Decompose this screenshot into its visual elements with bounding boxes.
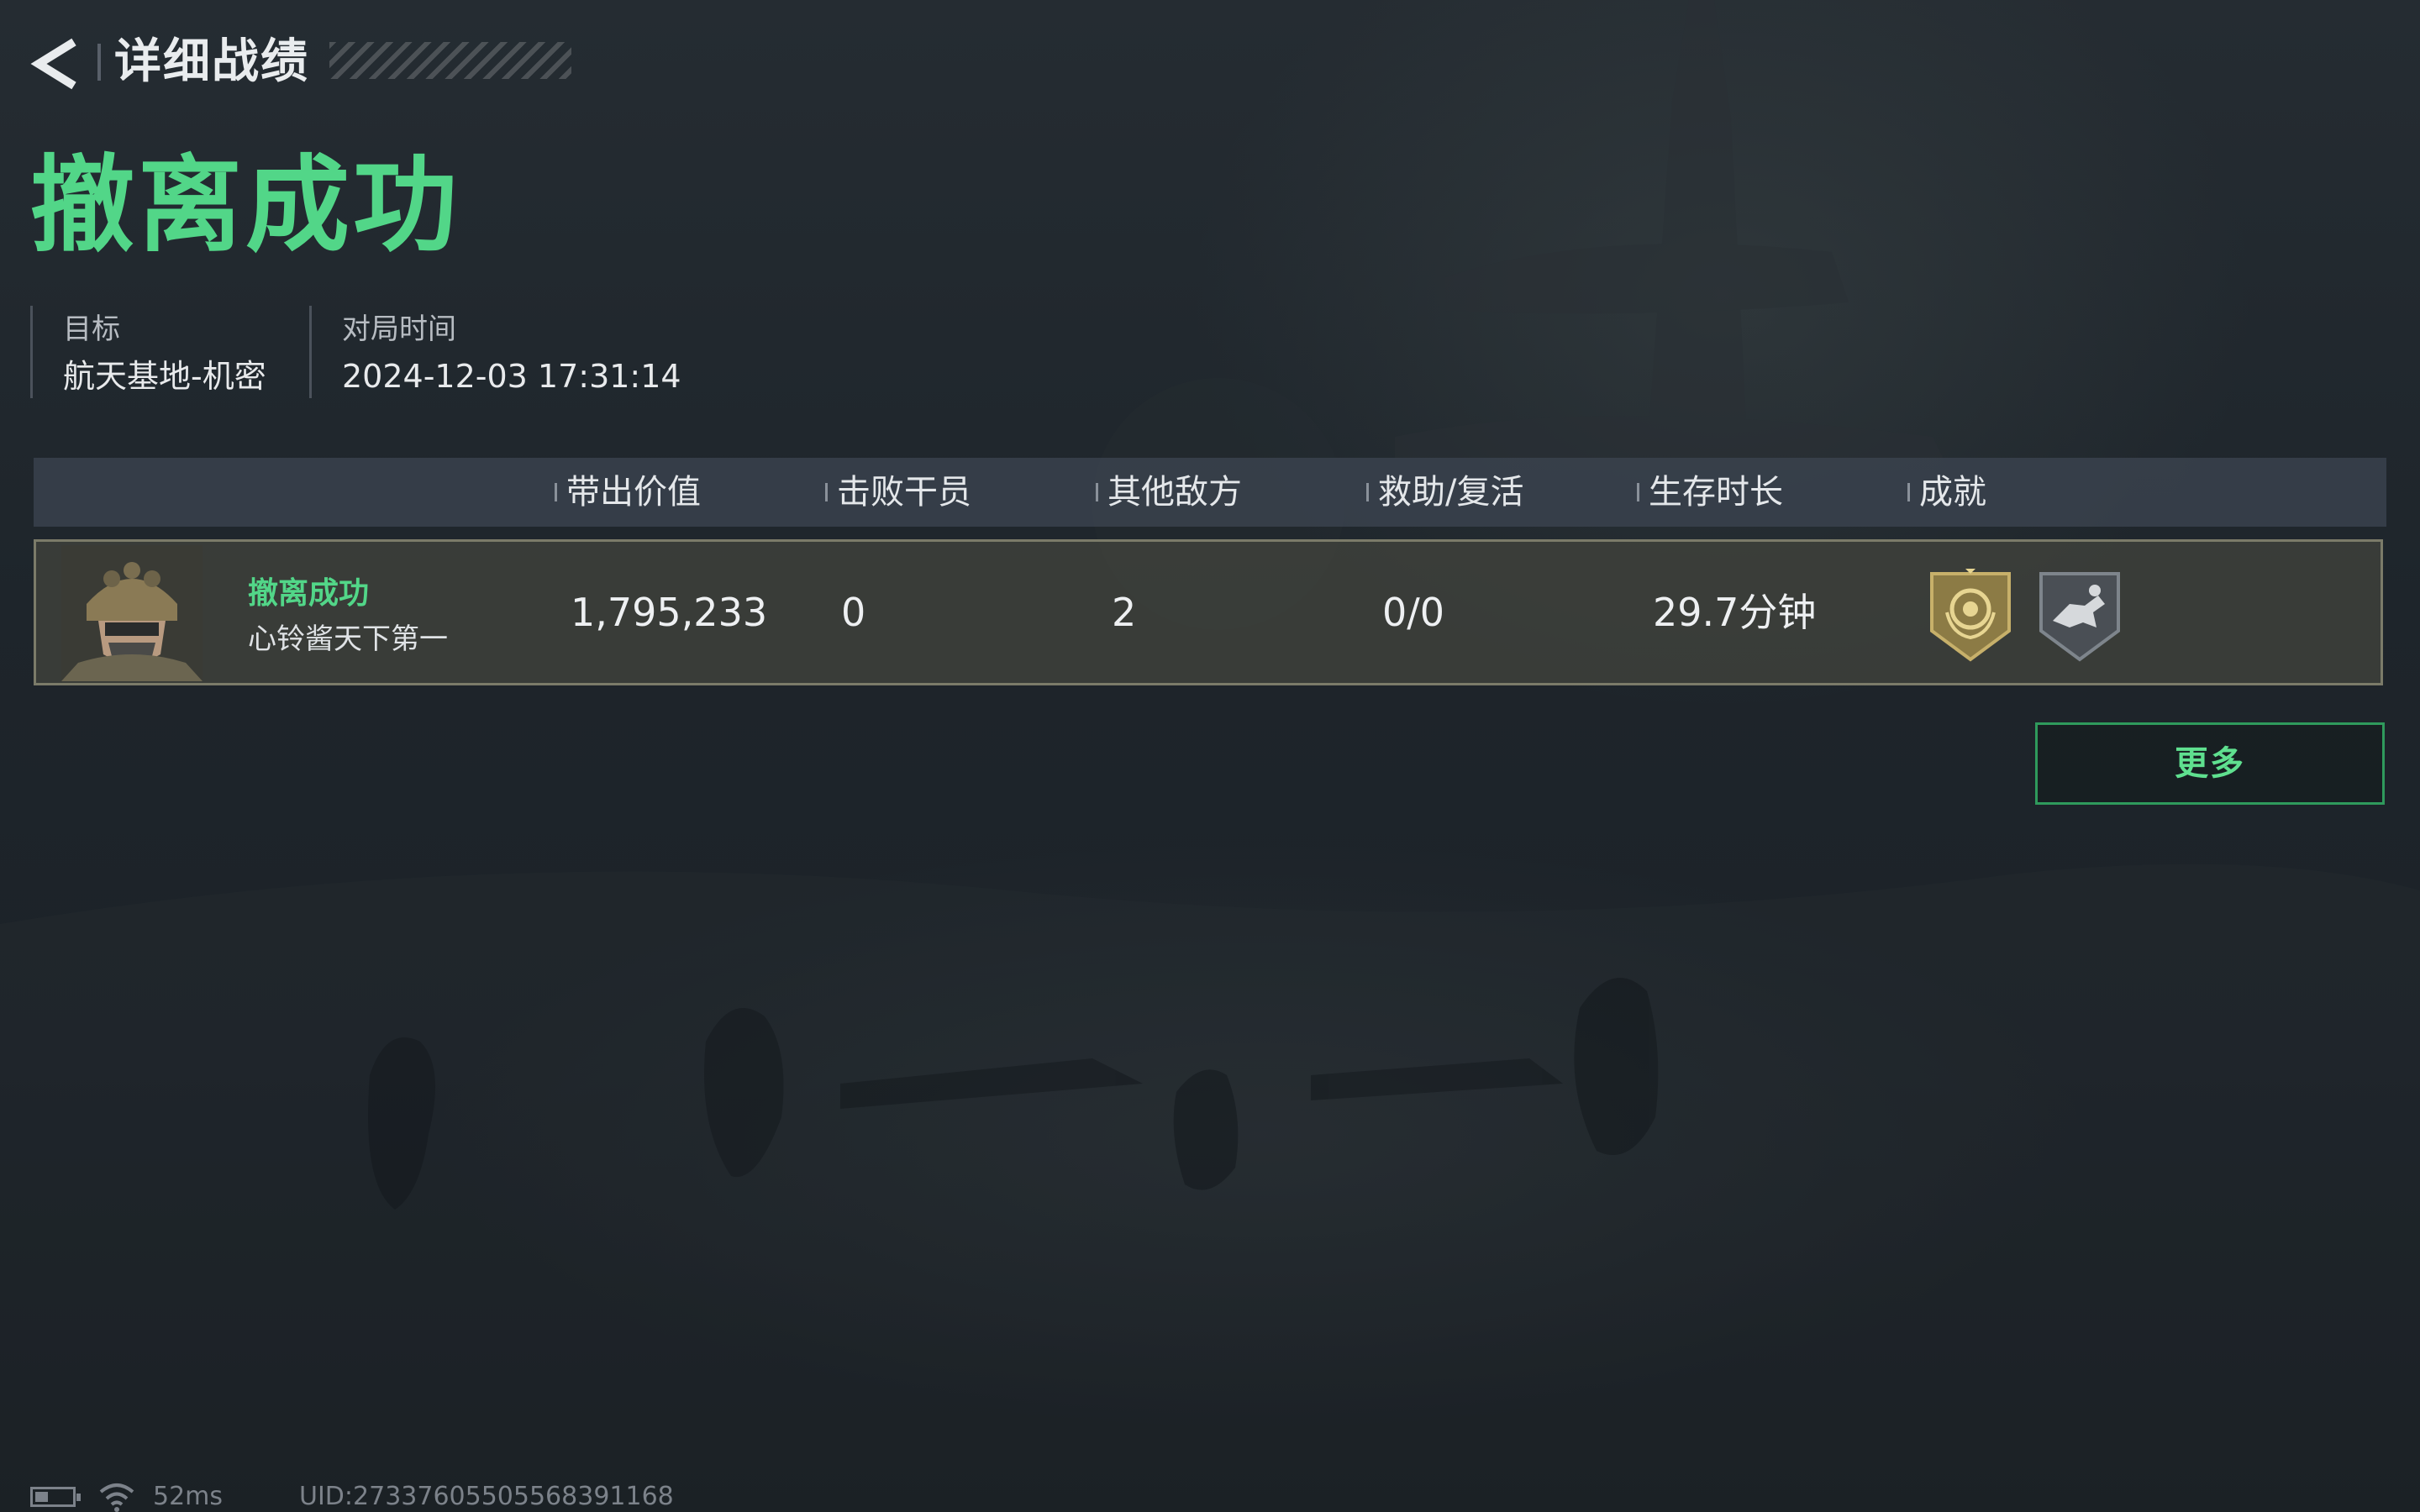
cell-survival-time: 29.7分钟 [1653, 590, 1817, 635]
cell-operators-defeated: 0 [841, 590, 866, 635]
back-arrow-icon [30, 38, 76, 90]
match-time-value: 2024-12-03 17:31:14 [342, 358, 681, 395]
target-label: 目标 [63, 312, 120, 346]
match-time-label: 对局时间 [342, 312, 456, 346]
column-header-survival-time: 生存时长 [1637, 458, 1783, 527]
table-row[interactable]: 撤离成功 心铃酱天下第一 1,795,233 0 2 0/0 29.7分钟 [34, 539, 2383, 685]
wifi-icon [99, 1483, 134, 1512]
column-header-value: 带出价值 [555, 458, 701, 527]
table-header: 带出价值 击败干员 其他敌方 救助/复活 生存时长 成就 [34, 458, 2386, 527]
cell-other-enemies: 2 [1112, 590, 1137, 635]
result-title: 撤离成功 [30, 145, 461, 266]
column-header-operators-defeated: 击败干员 [825, 458, 971, 527]
info-target: 目标 航天基地-机密 [30, 306, 266, 398]
gray-runner-badge-icon[interactable] [2036, 567, 2123, 664]
cell-value: 1,795,233 [571, 590, 768, 635]
header-divider [97, 44, 101, 81]
operator-portrait-icon [61, 545, 203, 681]
column-header-achievements: 成就 [1907, 458, 1986, 527]
gold-laurel-badge-icon[interactable] [1927, 567, 2014, 664]
header-decoration [329, 42, 571, 79]
page-title: 详细战绩 [114, 34, 309, 89]
uid-label: UID:2733760550556839116​8 [299, 1482, 674, 1511]
row-status: 撤离成功 [248, 576, 370, 611]
player-name: 心铃酱天下第一 [248, 622, 448, 656]
more-button[interactable]: 更多 [2035, 722, 2385, 805]
battery-level [35, 1492, 48, 1502]
cell-assist-revive: 0/0 [1382, 590, 1445, 635]
battery-icon [30, 1487, 81, 1507]
column-header-other-enemies: 其他敌方 [1096, 458, 1242, 527]
target-value: 航天基地-机密 [63, 358, 266, 395]
column-header-assist-revive: 救助/复活 [1366, 458, 1523, 527]
info-match-time: 对局时间 2024-12-03 17:31:14 [309, 306, 681, 398]
avatar [61, 545, 203, 681]
ping-label: 52ms [153, 1482, 224, 1511]
back-button[interactable] [29, 34, 82, 94]
